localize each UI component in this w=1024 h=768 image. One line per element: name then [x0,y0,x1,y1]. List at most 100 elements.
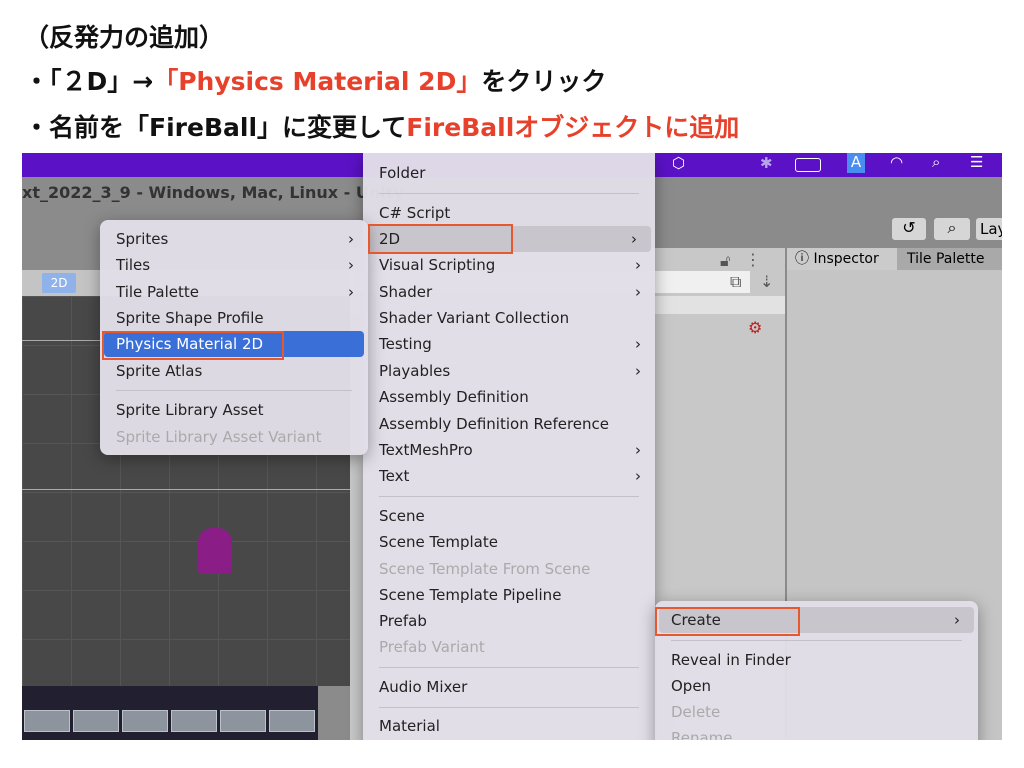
highlight-text: 「Physics Material 2D」 [153,67,482,96]
menu-item-label: Sprite Library Asset [116,401,264,419]
menu-item-visual-scripting[interactable]: Visual Scripting › [363,252,655,278]
chevron-right-icon: › [635,335,641,353]
menu-item-sprite-shape-profile[interactable]: Sprite Shape Profile [100,305,368,331]
menu-item-audio-mixer[interactable]: Audio Mixer [363,674,655,700]
menu-item-label: Playables [379,362,451,380]
history-icon[interactable]: ↺ [892,218,926,240]
menu-item-label: Shader Variant Collection [379,309,570,327]
menu-item-label: Rename [671,729,733,740]
2d-toggle[interactable]: 2D [42,273,76,293]
menu-item-assembly-definition[interactable]: Assembly Definition [363,384,655,410]
menu-item-label: Sprite Shape Profile [116,309,264,327]
menu-item-label: Scene [379,507,425,525]
wifi-icon[interactable]: ◠ [890,153,903,171]
tab-inspector[interactable]: ⓘ Inspector [787,248,905,270]
tab-tile-palette[interactable]: Tile Palette [897,248,1002,270]
instruction-line-2: ・名前を「FireBall」に変更してFireBallオブジェクトに追加 [24,108,739,144]
menu-item-label: Testing [379,335,432,353]
text: 「２D」→ [49,67,154,96]
battery-icon [795,158,821,172]
menu-item-shader[interactable]: Shader › [363,279,655,305]
unity-screenshot: ⬡ ✱ A ◠ ⌕ ☰ xt_2022_3_9 - Windows, Mac, … [22,153,1002,740]
layers-dropdown[interactable]: Lay [976,218,1002,240]
menu-item-folder[interactable]: Folder [363,160,655,186]
menu-item-sprite-library-asset[interactable]: Sprite Library Asset [100,397,368,423]
callout-physics-material-2d [102,331,284,360]
menu-item-scene-template-pipeline[interactable]: Scene Template Pipeline [363,582,655,608]
menu-item-textmeshpro[interactable]: TextMeshPro › [363,437,655,463]
control-center-icon[interactable]: ☰ [970,153,983,171]
menu-item-c-script[interactable]: C# Script [363,200,655,226]
menu-item-prefab-variant: Prefab Variant [363,634,655,660]
chevron-right-icon: › [635,441,641,459]
menu-item-label: Tiles [116,256,151,274]
ground-tiles [22,686,318,740]
chevron-right-icon: › [635,256,641,274]
sort-icon[interactable]: ⇣ [760,272,773,291]
menu-item-reveal-in-finder[interactable]: Reveal in Finder [655,647,978,673]
menu-item-label: Scene Template Pipeline [379,586,562,604]
menu-separator [379,193,639,194]
text: 名前を「FireBall」に変更して [49,113,407,142]
menu-item-open[interactable]: Open [655,673,978,699]
menu-item-sprite-atlas[interactable]: Sprite Atlas [100,358,368,384]
bullet: ・ [24,113,50,142]
gear-icon: ⚙ [748,318,763,337]
menu-item-label: Scene Template From Scene [379,560,591,578]
menu-item-label: Material [379,717,440,735]
menu-item-tile-palette[interactable]: Tile Palette › [100,279,368,305]
menu-item-playables[interactable]: Playables › [363,358,655,384]
text: をクリック [481,67,607,96]
menu-item-label: Sprite Library Asset Variant [116,428,322,446]
menu-item-shader-variant-collection[interactable]: Shader Variant Collection [363,305,655,331]
instruction-line-1: ・「２D」→「Physics Material 2D」をクリック [24,62,606,98]
lock-icon[interactable]: 🔓︎ [720,251,730,271]
menu-item-scene-template-from-scene: Scene Template From Scene [363,556,655,582]
menu-item-sprites[interactable]: Sprites › [100,226,368,252]
menu-item-text[interactable]: Text › [363,463,655,489]
menu-item-label: Assembly Definition Reference [379,415,610,433]
menu-item-testing[interactable]: Testing › [363,331,655,357]
input-source-icon[interactable]: A [847,153,865,173]
spotlight-search-icon[interactable]: ⌕ [932,153,940,171]
menu-item-scene-template[interactable]: Scene Template [363,529,655,555]
chevron-right-icon: › [635,362,641,380]
menu-separator [379,667,639,668]
menu-separator [379,496,639,497]
menu-item-label: Audio Mixer [379,678,468,696]
menu-item-label: Text [379,467,410,485]
menu-item-delete: Delete [655,699,978,725]
search-icon[interactable]: ⌕ [934,218,970,240]
menu-item-rename: Rename [655,725,978,740]
wizard-sprite[interactable] [198,528,232,574]
callout-2d [368,224,513,254]
chevron-right-icon: › [348,256,354,274]
expand-icon[interactable]: ⧉ [730,272,741,292]
menu-item-label: Scene Template [379,533,498,551]
chevron-right-icon: › [348,283,354,301]
menu-item-tiles[interactable]: Tiles › [100,252,368,278]
menu-item-label: Shader [379,283,433,301]
menu-item-label: Folder [379,164,426,182]
menu-separator [116,390,352,391]
menu-item-label: Visual Scripting [379,256,496,274]
tab-label: Inspector [813,251,879,267]
chevron-right-icon: › [635,283,641,301]
menu-item-label: Tile Palette [116,283,199,301]
menu-item-scene[interactable]: Scene [363,503,655,529]
menu-item-prefab[interactable]: Prefab [363,608,655,634]
window-title: xt_2022_3_9 - Windows, Mac, Linux - Unit… [22,183,404,202]
menu-item-label: Prefab Variant [379,638,485,656]
chevron-right-icon: › [348,230,354,248]
menu-separator [379,707,639,708]
menu-item-label: Prefab [379,612,427,630]
chevron-right-icon: › [954,611,960,629]
chevron-right-icon: › [631,230,637,248]
menu-item-label: TextMeshPro [379,441,473,459]
menu-item-material[interactable]: Material [363,713,655,739]
menu-item-assembly-definition-reference[interactable]: Assembly Definition Reference [363,411,655,437]
unity-icon: ⬡ [672,154,686,172]
more-icon[interactable]: ⋮ [745,250,761,269]
menu-item-label: Sprites [116,230,169,248]
menu-item-sprite-library-asset-variant: Sprite Library Asset Variant [100,424,368,450]
